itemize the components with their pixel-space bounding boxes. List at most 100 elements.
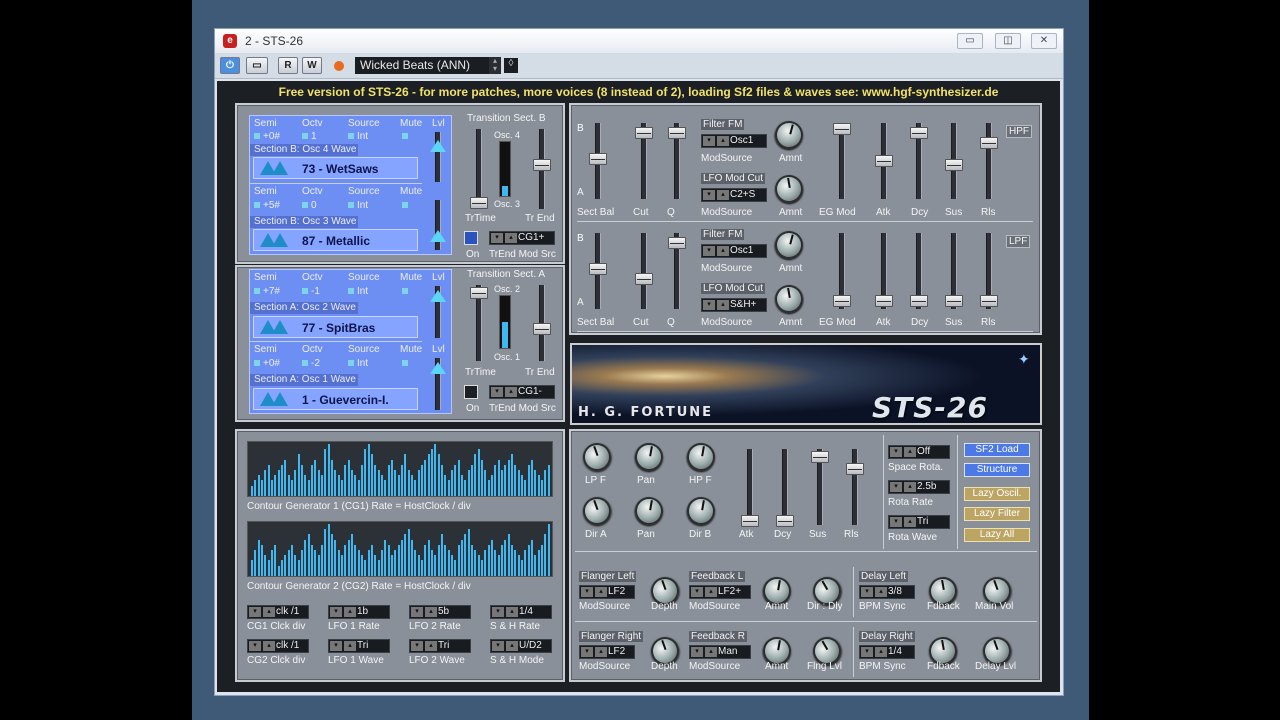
filter2-cut-slider[interactable] [635,233,653,309]
filter2-sect-bal-slider-thumb[interactable] [589,263,607,275]
filter2-dcy-slider[interactable] [910,233,928,309]
osc4-source[interactable]: Int [348,131,368,142]
rota-wave-select[interactable]: ▾ ▴ Tri [888,515,950,529]
trend-b-modsrc[interactable]: ▾ ▴ CG1+ [489,231,555,245]
preset-options-icon[interactable]: ◊ [504,58,518,73]
lazy-all-button[interactable]: Lazy All [964,528,1030,542]
down-arrow-icon[interactable]: ▾ [492,641,504,651]
minimize-icon[interactable]: ▭ [957,33,983,49]
preset-selector[interactable]: Wicked Beats (ANN) [355,57,500,74]
transition-a-on-toggle[interactable] [464,385,478,399]
osc2-semi[interactable]: +7# [254,286,280,297]
up-arrow-icon[interactable]: ▴ [344,607,356,617]
up-arrow-icon[interactable]: ▴ [717,300,729,310]
amp-rls-slider[interactable] [846,449,864,525]
write-button[interactable]: W [302,57,322,74]
cg-row1-3-select[interactable]: ▾ ▴ 1/4 [490,605,552,619]
osc3-level-slider[interactable] [430,200,446,250]
osc4-level-slider[interactable] [430,132,446,182]
filter2-rls-slider[interactable] [980,233,998,309]
amp-sus-slider-thumb[interactable] [811,451,829,463]
up-arrow-icon[interactable]: ▴ [875,587,887,597]
up-arrow-icon[interactable]: ▴ [506,641,518,651]
title-bar[interactable]: e 2 - STS-26 ▭ ◫ ✕ [215,29,1063,53]
up-arrow-icon[interactable]: ▴ [595,647,607,657]
close-icon[interactable]: ✕ [1031,33,1057,49]
filter1-sus-slider-thumb[interactable] [945,159,963,171]
filter1-atk-slider[interactable] [875,123,893,199]
filter1-cut-slider[interactable] [635,123,653,199]
cg-row2-3-select[interactable]: ▾ ▴ U/D2 [490,639,552,653]
amp-sus-slider[interactable] [811,449,829,525]
cg-row2-2-select[interactable]: ▾ ▴ Tri [409,639,471,653]
preset-stepper-icon[interactable]: ▴ ▾ [489,57,501,74]
osc1-semi[interactable]: +0# [254,358,280,369]
osc1-source[interactable]: Int [348,358,368,369]
down-arrow-icon[interactable]: ▾ [703,136,715,146]
filter1-lfo-amount-knob[interactable] [772,172,806,206]
amp-knob-0[interactable] [579,439,615,475]
space-rota-select[interactable]: ▾ ▴ Off [888,445,950,459]
down-arrow-icon[interactable]: ▾ [249,641,261,651]
up-arrow-icon[interactable]: ▴ [595,587,607,597]
down-arrow-icon[interactable]: ▾ [249,607,261,617]
filter2-eg-mod-slider[interactable] [833,233,851,309]
up-arrow-icon[interactable]: ▴ [717,190,729,200]
up-arrow-icon[interactable]: ▴ [875,647,887,657]
amp-dcy-slider[interactable] [776,449,794,527]
down-arrow-icon[interactable]: ▾ [581,647,593,657]
osc4-mute[interactable] [402,131,411,142]
down-arrow-icon[interactable]: ▾ [492,607,504,617]
filter2-rls-slider-thumb[interactable] [980,295,998,307]
down-arrow-icon[interactable]: ▾ [703,300,715,310]
osc1-level-slider[interactable] [430,358,446,410]
osc4-wave-selector[interactable]: 73 - WetSaws [253,157,418,179]
feedback-l-source[interactable]: ▾ ▴ LF2+ [689,585,751,599]
filter2-cut-slider-thumb[interactable] [635,273,653,285]
filter2-q-slider[interactable] [668,233,686,309]
cg-row1-0-select[interactable]: ▾ ▴ clk /1 [247,605,309,619]
lazy-oscil-button[interactable]: Lazy Oscil. [964,487,1030,501]
up-arrow-icon[interactable]: ▴ [344,641,356,651]
filter2-sus-slider-thumb[interactable] [945,295,963,307]
filter1-eg-mod-slider[interactable] [833,123,851,199]
down-arrow-icon[interactable]: ▾ [691,587,703,597]
filter1-dcy-slider-thumb[interactable] [910,127,928,139]
wave-next-icon[interactable] [272,161,288,175]
wave-next-icon[interactable] [272,392,288,406]
filter1-dcy-slider[interactable] [910,123,928,199]
down-arrow-icon[interactable]: ▾ [691,647,703,657]
down-arrow-icon[interactable]: ▾ [411,607,423,617]
trend-b-slider[interactable] [533,129,551,209]
flanger-left-source[interactable]: ▾ ▴ LF2 [579,585,635,599]
osc2-octv[interactable]: -1 [302,286,320,297]
amp-atk-slider-thumb[interactable] [741,515,759,527]
osc4-semi[interactable]: +0# [254,131,280,142]
filter1-q-slider-thumb[interactable] [668,127,686,139]
up-arrow-icon[interactable]: ▴ [263,607,275,617]
compare-icon[interactable]: ▭ [246,57,268,74]
lazy-filter-button[interactable]: Lazy Filter [964,507,1030,521]
osc3-octv[interactable]: 0 [302,200,317,211]
down-arrow-icon[interactable]: ▾ [861,647,873,657]
flanger-right-source[interactable]: ▾ ▴ LF2 [579,645,635,659]
wave-next-icon[interactable] [272,233,288,247]
down-arrow-icon[interactable]: ▾ [703,246,715,256]
down-arrow-icon[interactable]: ▾ [861,587,873,597]
amp-atk-slider[interactable] [741,449,759,527]
osc3-semi[interactable]: +5# [254,200,280,211]
up-arrow-icon[interactable]: ▴ [425,607,437,617]
filter1-lfo-source[interactable]: ▾ ▴ C2+S [701,188,767,202]
down-arrow-icon[interactable]: ▾ [703,190,715,200]
filter1-sect-bal-slider[interactable] [589,123,607,199]
filter2-lfo-source[interactable]: ▾ ▴ S&H+ [701,298,767,312]
feedback-r-source[interactable]: ▾ ▴ Man [689,645,751,659]
filter2-sect-bal-slider[interactable] [589,233,607,309]
filter1-atk-slider-thumb[interactable] [875,155,893,167]
filter1-fm-amount-knob[interactable] [771,117,807,153]
transition-b-on-toggle[interactable] [464,231,478,245]
osc3-wave-selector[interactable]: 87 - Metallic [253,229,418,251]
filter2-q-slider-thumb[interactable] [668,237,686,249]
filter2-sus-slider[interactable] [945,233,963,309]
osc2-wave-selector[interactable]: 77 - SpitBras [253,316,418,338]
